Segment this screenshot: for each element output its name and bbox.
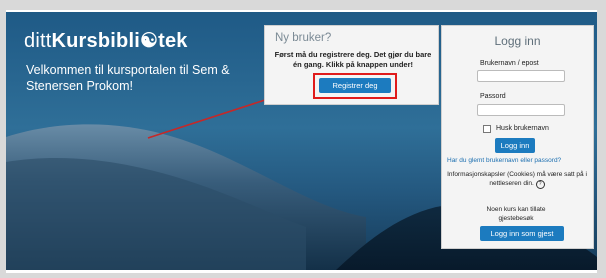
remember-label: Husk brukernavn (496, 125, 549, 132)
login-title: Logg inn (494, 34, 541, 48)
cookies-note: Informasjonskapsler (Cookies) må være sa… (446, 170, 588, 189)
password-input[interactable] (477, 104, 565, 116)
guest-note: Noen kurs kan tillate gjestebesøk (486, 206, 546, 222)
register-button[interactable]: Registrer deg (319, 78, 391, 93)
forgot-link[interactable]: Har du glemt brukernavn eller passord? (447, 157, 561, 164)
login-button[interactable]: Logg inn (495, 138, 535, 153)
guest-login-button[interactable]: Logg inn som gjest (480, 226, 564, 241)
username-input[interactable] (477, 70, 565, 82)
new-user-title: Ny bruker? (275, 32, 332, 44)
cookies-text: Informasjonskapsler (Cookies) må være sa… (447, 171, 587, 187)
username-label: Brukernavn / epost (480, 60, 539, 67)
question-circle-icon[interactable]: ? (535, 180, 545, 189)
new-user-message: Først må du registrere deg. Det gjør du … (274, 50, 432, 69)
password-label: Passord (480, 93, 506, 100)
remember-checkbox[interactable] (483, 125, 491, 133)
